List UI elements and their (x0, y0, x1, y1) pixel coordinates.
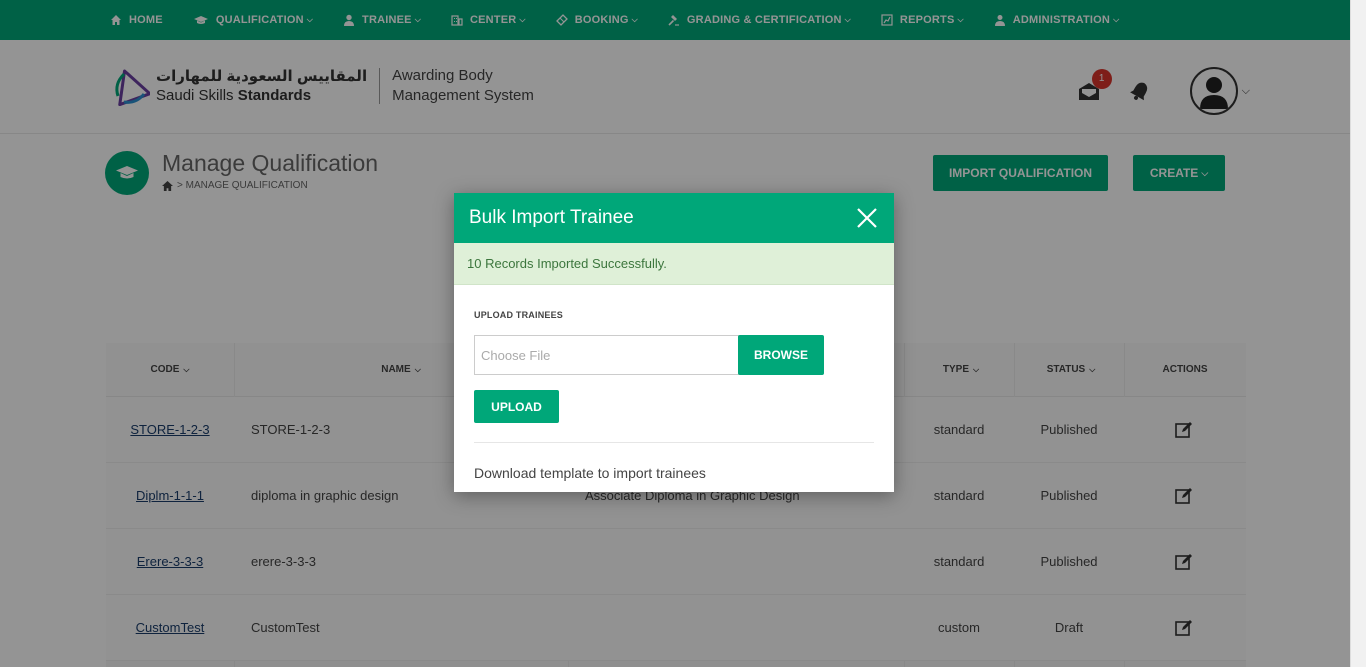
file-input[interactable] (474, 335, 739, 375)
modal-divider (474, 442, 874, 443)
modal-header: Bulk Import Trainee (454, 193, 894, 243)
browse-button[interactable]: BROWSE (738, 335, 824, 375)
page-scrollbar[interactable] (1350, 0, 1366, 667)
success-alert: 10 Records Imported Successfully. (454, 243, 894, 285)
browse-label: BROWSE (754, 348, 808, 362)
upload-trainees-label: UPLOAD TRAINEES (474, 310, 564, 320)
upload-button[interactable]: UPLOAD (474, 390, 559, 423)
upload-label: UPLOAD (491, 399, 542, 414)
download-template-link[interactable]: Download template to import trainees (474, 465, 706, 481)
close-icon[interactable] (856, 207, 878, 229)
bulk-import-modal: Bulk Import Trainee 10 Records Imported … (454, 193, 894, 492)
modal-title: Bulk Import Trainee (469, 207, 634, 228)
